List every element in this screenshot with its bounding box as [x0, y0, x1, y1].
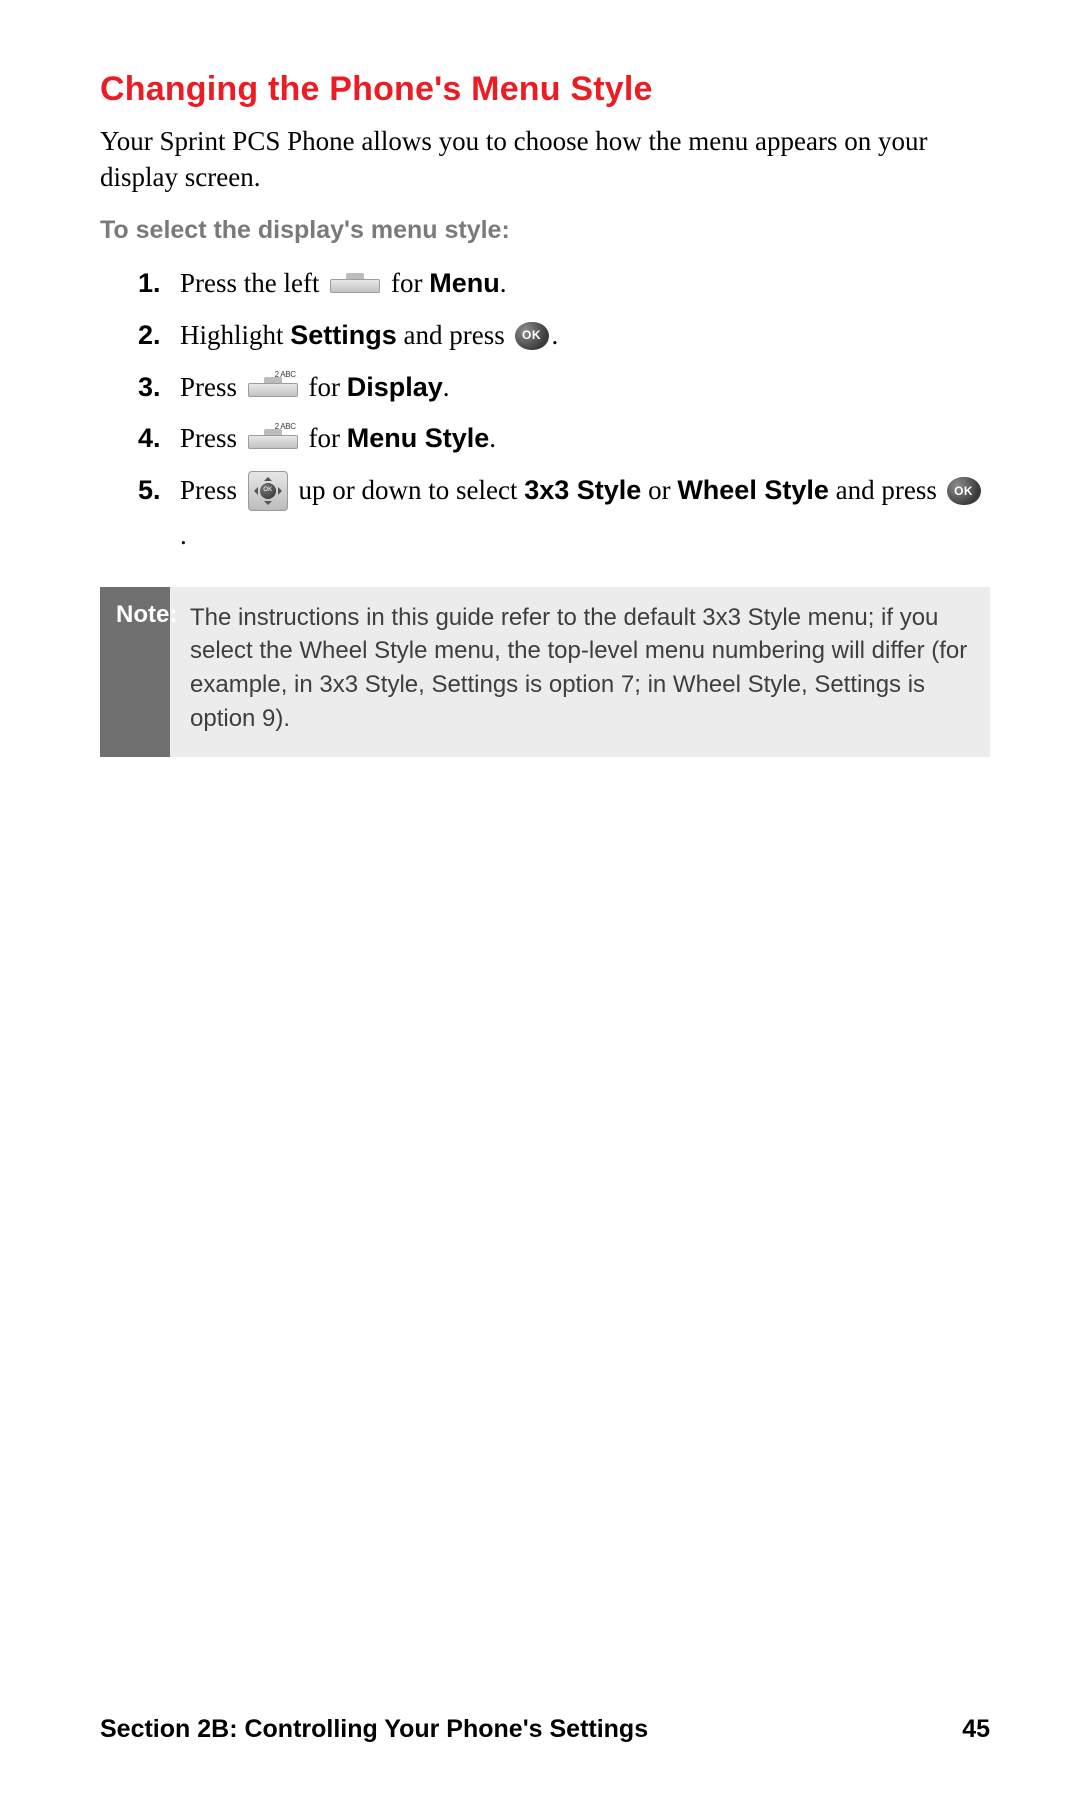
step-text: and press [836, 475, 944, 505]
bold-term: 3x3 Style [524, 475, 641, 505]
footer-page-number: 45 [962, 1715, 990, 1744]
key-label: 2 ABC [275, 421, 296, 433]
ok-button-icon: OK [515, 322, 549, 350]
step-text: . [443, 372, 450, 402]
step-number: 2. [138, 315, 180, 357]
navigation-key-icon: OK [248, 471, 288, 511]
step-text: for [309, 372, 347, 402]
step-number: 3. [138, 367, 180, 409]
step-text: . [180, 520, 187, 550]
footer-section-title: Section 2B: Controlling Your Phone's Set… [100, 1715, 648, 1744]
nav-ok-label: OK [260, 483, 276, 499]
procedure-list: 1. Press the left for Menu. 2. Highlight… [100, 263, 990, 557]
bold-term: Display [347, 372, 443, 402]
number-key-2-icon: 2 ABC [248, 379, 298, 397]
intro-paragraph: Your Sprint PCS Phone allows you to choo… [100, 123, 990, 196]
step-number: 1. [138, 263, 180, 305]
note-label: Note: [100, 587, 170, 757]
left-softkey-icon [330, 275, 380, 293]
step-3: 3. Press 2 ABC for Display. [138, 367, 990, 409]
bold-term: Wheel Style [677, 475, 829, 505]
step-4: 4. Press 2 ABC for Menu Style. [138, 418, 990, 460]
ok-button-icon: OK [947, 477, 981, 505]
procedure-lead: To select the display's menu style: [100, 216, 990, 245]
step-text: Highlight [180, 320, 290, 350]
number-key-2-icon: 2 ABC [248, 431, 298, 449]
step-2: 2. Highlight Settings and press OK. [138, 315, 990, 357]
note-box: Note: The instructions in this guide ref… [100, 587, 990, 757]
step-5: 5. Press OK up or down to select 3x3 Sty… [138, 470, 990, 557]
step-text: or [648, 475, 677, 505]
step-text: for [309, 423, 347, 453]
bold-term: Settings [290, 320, 397, 350]
step-text: Press [180, 423, 244, 453]
step-text: and press [404, 320, 512, 350]
step-text: Press [180, 372, 244, 402]
page-footer: Section 2B: Controlling Your Phone's Set… [100, 1715, 990, 1744]
step-number: 4. [138, 418, 180, 460]
step-1: 1. Press the left for Menu. [138, 263, 990, 305]
key-label: 2 ABC [275, 369, 296, 381]
step-text: Press [180, 475, 244, 505]
step-text: . [500, 268, 507, 298]
step-text: Press the left [180, 268, 326, 298]
manual-page: Changing the Phone's Menu Style Your Spr… [0, 0, 1080, 1800]
step-text: . [489, 423, 496, 453]
section-title: Changing the Phone's Menu Style [100, 70, 990, 109]
step-text: for [391, 268, 429, 298]
note-text: The instructions in this guide refer to … [170, 587, 990, 757]
bold-term: Menu [429, 268, 500, 298]
step-text: . [552, 320, 559, 350]
bold-term: Menu Style [347, 423, 490, 453]
step-text: up or down to select [299, 475, 525, 505]
step-number: 5. [138, 470, 180, 512]
